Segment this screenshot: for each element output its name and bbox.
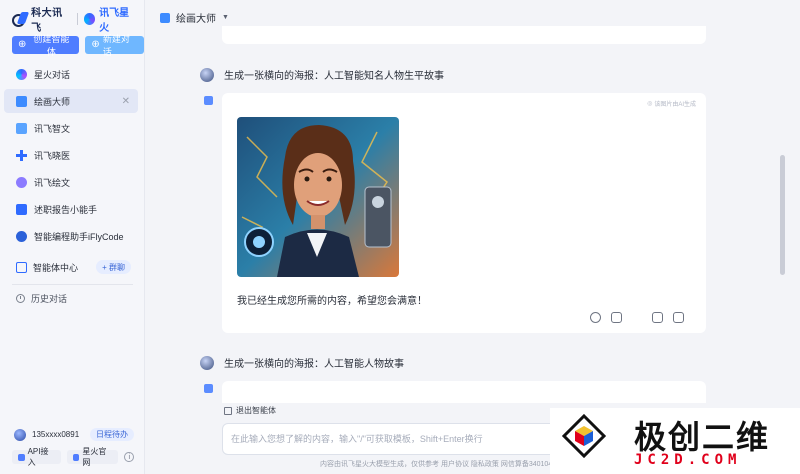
footer-disclaimer: 内容由讯飞星火大模型生成，仅供参考 用户协议 隐私政策 网信算备340104 <box>320 461 553 468</box>
sidebar-item-label: 星火对话 <box>34 69 71 80</box>
chevron-down-icon: ▼ <box>222 14 229 21</box>
avatar <box>14 428 26 441</box>
sidebar-item-zhiwen[interactable]: 讯飞智文 <box>4 116 138 140</box>
paint-icon <box>160 12 170 23</box>
logo[interactable]: 科大讯飞 讯飞星火 <box>12 8 137 34</box>
sidebar-item-iflycode[interactable]: 智能编程助手iFlyCode <box>4 224 138 248</box>
page-title: 绘画大师 <box>176 14 216 25</box>
previous-answer-card <box>222 26 706 44</box>
agent-center-label: 智能体中心 <box>33 262 79 273</box>
api-link[interactable]: API接入 <box>12 447 61 467</box>
user-info[interactable]: 135xxxx0891 日程待办 <box>14 428 134 441</box>
site-icon <box>72 453 80 461</box>
sidebar-item-xiaoyi[interactable]: 讯飞晓医 <box>4 143 138 167</box>
agent-switcher[interactable]: 绘画大师 ▼ <box>160 10 229 25</box>
sidebar-item-report-helper[interactable]: 述职报告小能手 <box>4 197 138 221</box>
clock-icon <box>16 294 25 303</box>
group-chat-button[interactable]: + 群聊 <box>96 260 131 274</box>
user-question-1: 生成一张横向的海报：人工智能知名人物生平故事 <box>200 67 444 82</box>
report-icon <box>16 203 27 215</box>
plus-icon: ⊕ <box>18 39 27 50</box>
thumbs-up-icon[interactable] <box>652 312 663 323</box>
thumbs-down-icon[interactable] <box>673 312 684 323</box>
brand-domain: JC2D.COM <box>634 452 742 468</box>
copy-icon[interactable] <box>611 312 622 323</box>
sidebar-item-painting-master[interactable]: 绘画大师 ✕ <box>4 89 138 113</box>
info-icon[interactable]: i <box>124 452 135 462</box>
sidebar-item-label: 绘画大师 <box>34 96 71 107</box>
user-phone: 135xxxx0891 <box>32 430 80 439</box>
history-label: 历史对话 <box>31 294 68 304</box>
plus-icon: ⊕ <box>91 39 100 50</box>
paint-icon <box>16 95 27 107</box>
iflytek-logo-icon <box>12 12 27 27</box>
brand-right: 讯飞星火 <box>99 8 130 34</box>
user-question-2: 生成一张横向的海报：人工智能人物故事 <box>200 355 404 370</box>
brand-left: 科大讯飞 <box>31 8 63 34</box>
agent-center-icon <box>16 261 27 273</box>
poster-illustration <box>237 117 399 277</box>
answer-card: ◎ 该图片由AI生成 我已经生成您所需的内容，希望您会满意！ <box>222 93 706 333</box>
sidebar-item-label: 讯飞绘文 <box>34 177 71 188</box>
medical-icon <box>16 149 27 161</box>
sidebar: 科大讯飞 讯飞星火 ⊕ 创建智能体 ⊕ 新建对话 星火对话 绘画大师 ✕ 讯飞智… <box>0 0 145 474</box>
ai-generated-tag: ◎ 该图片由AI生成 <box>647 99 696 108</box>
exit-agent-button[interactable]: 退出智能体 <box>224 405 276 416</box>
history-link[interactable]: 历史对话 <box>16 292 67 305</box>
new-chat-button[interactable]: ⊕ 新建对话 <box>85 34 144 57</box>
cube-logo-icon <box>562 414 606 458</box>
avatar <box>200 355 214 370</box>
api-label: API接入 <box>27 447 49 467</box>
create-agent-label: 创建智能体 <box>33 34 70 57</box>
sidebar-item-label: 述职报告小能手 <box>34 204 98 215</box>
exit-icon <box>224 406 232 415</box>
question-text: 生成一张横向的海报：人工智能人物故事 <box>224 359 404 370</box>
scrollbar[interactable] <box>780 155 785 275</box>
exit-agent-label: 退出智能体 <box>236 406 276 415</box>
schedule-badge[interactable]: 日程待办 <box>90 428 134 441</box>
official-site-link[interactable]: 星火官网 <box>66 447 119 467</box>
ai-tag-label: 该图片由AI生成 <box>654 102 696 108</box>
bot-icon <box>204 384 213 393</box>
brand-watermark: 极创二维 JC2D.COM <box>550 408 800 474</box>
bottom-links: API接入 星火官网 i <box>12 447 135 467</box>
sidebar-item-label: 讯飞智文 <box>34 123 71 134</box>
code-icon <box>16 230 27 242</box>
close-icon[interactable]: ✕ <box>122 96 130 107</box>
site-label: 星火官网 <box>82 447 107 467</box>
answer-actions <box>590 312 684 323</box>
regenerate-icon[interactable] <box>590 312 601 323</box>
create-agent-button[interactable]: ⊕ 创建智能体 <box>12 34 80 57</box>
draw-icon <box>16 176 27 188</box>
sidebar-item-huiwen[interactable]: 讯飞绘文 <box>4 170 138 194</box>
sidebar-top-buttons: ⊕ 创建智能体 ⊕ 新建对话 <box>12 34 144 57</box>
answer-card-loading <box>222 381 706 403</box>
sidebar-item-spark-chat[interactable]: 星火对话 <box>4 62 138 86</box>
sidebar-item-label: 讯飞晓医 <box>34 150 71 161</box>
doc-icon <box>16 122 27 134</box>
avatar <box>200 67 214 82</box>
generated-poster-image[interactable] <box>237 117 399 277</box>
sidebar-nav: 星火对话 绘画大师 ✕ 讯飞智文 讯飞晓医 讯飞绘文 述职报告小能手 智能编程助… <box>4 62 138 251</box>
spark-logo-icon <box>83 13 96 25</box>
new-chat-label: 新建对话 <box>102 34 130 57</box>
answer-text: 我已经生成您所需的内容，希望您会满意！ <box>237 296 427 307</box>
agent-center[interactable]: 智能体中心 + 群聊 <box>16 258 131 276</box>
logo-divider <box>76 13 78 25</box>
bot-icon <box>204 96 213 105</box>
api-icon <box>18 453 25 461</box>
ai-tag-icon: ◎ <box>647 101 653 107</box>
question-text: 生成一张横向的海报：人工智能知名人物生平故事 <box>224 71 444 82</box>
sidebar-item-label: 智能编程助手iFlyCode <box>34 231 124 242</box>
sidebar-divider <box>12 284 133 285</box>
spark-icon <box>16 68 27 80</box>
